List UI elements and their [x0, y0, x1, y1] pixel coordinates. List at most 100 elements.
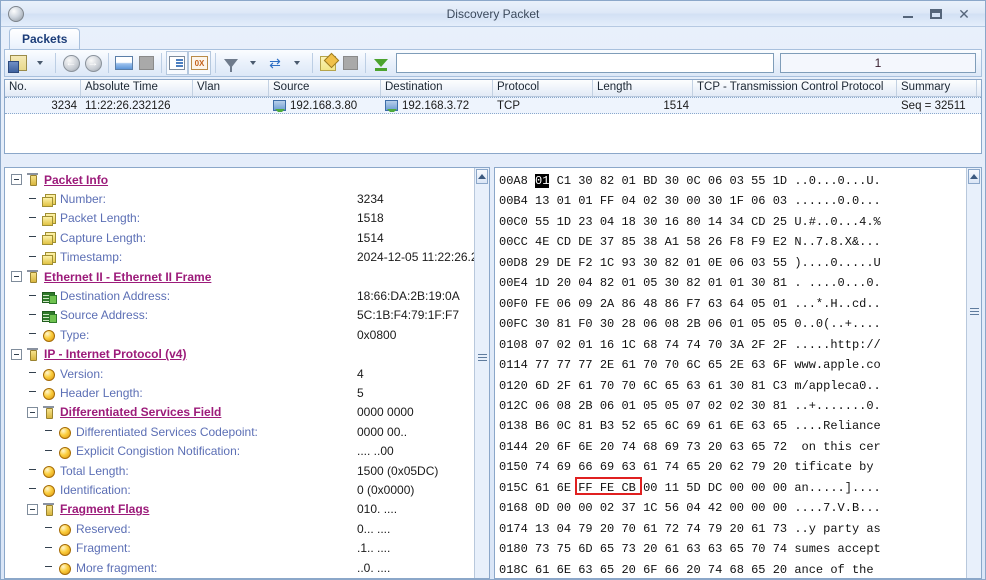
tree-node[interactable]: Version:4[	[5, 364, 474, 383]
hex-byte[interactable]: 6D	[535, 379, 549, 393]
hex-row[interactable]: 0114 77 77 77 2E 61 70 70 6C 65 2E 63 6F…	[499, 355, 966, 375]
hex-byte[interactable]: 1D	[535, 276, 549, 290]
hex-row[interactable]: 012C 06 08 2B 06 01 05 05 07 02 02 30 81…	[499, 396, 966, 416]
hex-byte[interactable]: 6F	[773, 358, 787, 372]
hex-byte[interactable]: 06	[708, 317, 722, 331]
tree-node[interactable]: Capture Length: 1514	[5, 228, 474, 247]
hex-byte[interactable]: 77	[578, 358, 592, 372]
scroll-up-button[interactable]	[476, 169, 488, 184]
tree-node[interactable]: Header Length:5[	[5, 383, 474, 402]
hex-byte[interactable]: 74	[686, 338, 700, 352]
hex-byte[interactable]: 11	[665, 481, 679, 495]
hex-byte[interactable]: 73	[686, 440, 700, 454]
hex-row[interactable]: 0144 20 6F 6E 20 74 68 69 73 20 63 65 72…	[499, 437, 966, 457]
tree-node[interactable]: Differentiated Services Codepoint: 0000 0…	[5, 422, 474, 441]
hex-byte[interactable]: 13	[535, 522, 549, 536]
hex-byte[interactable]: 63	[708, 542, 722, 556]
hex-byte[interactable]: 63	[621, 460, 635, 474]
hex-row[interactable]: 00F0 FE 06 09 2A 86 48 86 F7 63 64 05 01…	[499, 294, 966, 314]
hex-byte[interactable]: 06	[643, 317, 657, 331]
hex-byte[interactable]: 6C	[643, 379, 657, 393]
hex-byte[interactable]: 70	[643, 358, 657, 372]
hex-byte[interactable]: DE	[557, 256, 571, 270]
hex-byte[interactable]: 6C	[665, 419, 679, 433]
tree-node[interactable]: Reserved:0... ....[	[5, 519, 474, 538]
hex-byte[interactable]: 20	[600, 440, 614, 454]
hex-byte[interactable]: 93	[621, 256, 635, 270]
hex-byte[interactable]: 20	[643, 542, 657, 556]
hex-byte[interactable]: 1C	[600, 256, 614, 270]
column-header-tcp-transmission-control-protocol[interactable]: TCP - Transmission Control Protocol	[693, 80, 897, 96]
hex-byte[interactable]: 00	[643, 481, 657, 495]
hex-byte[interactable]: 00	[730, 501, 744, 515]
hex-byte[interactable]: 20	[621, 563, 635, 577]
hex-byte[interactable]: 30	[708, 194, 722, 208]
hex-byte[interactable]: 2B	[686, 317, 700, 331]
hex-byte[interactable]: E2	[773, 235, 787, 249]
hex-byte[interactable]: 1D	[773, 174, 787, 188]
collapse-icon[interactable]	[11, 348, 22, 360]
clear-button[interactable]	[339, 51, 361, 75]
hex-row[interactable]: 00CC 4E CD DE 37 85 38 A1 58 26 F8 F9 E2…	[499, 232, 966, 252]
hex-byte[interactable]: 26	[708, 235, 722, 249]
hex-byte[interactable]: 65	[751, 440, 765, 454]
hex-byte[interactable]: C1	[557, 174, 571, 188]
hex-row[interactable]: 0150 74 69 66 69 63 61 74 65 20 62 79 20…	[499, 457, 966, 477]
hex-byte[interactable]: 4E	[535, 235, 549, 249]
hex-byte[interactable]: 37	[621, 501, 635, 515]
hex-byte[interactable]: 0C	[686, 174, 700, 188]
hex-byte[interactable]: 06	[535, 399, 549, 413]
hex-byte[interactable]: 2F	[751, 338, 765, 352]
hex-byte[interactable]: 00	[773, 481, 787, 495]
hex-byte[interactable]: 69	[600, 460, 614, 474]
hex-byte[interactable]: 30	[643, 256, 657, 270]
hex-byte[interactable]: 03	[751, 256, 765, 270]
hex-byte[interactable]: 61	[535, 481, 549, 495]
hex-byte[interactable]: 61	[665, 542, 679, 556]
annotate-button[interactable]	[317, 51, 339, 75]
tree-node[interactable]: Identification:0 (0x0000)[	[5, 480, 474, 499]
hex-byte[interactable]: 04	[686, 501, 700, 515]
hex-byte[interactable]: 30	[535, 317, 549, 331]
column-header-absolute-time[interactable]: Absolute Time	[81, 80, 193, 96]
hex-byte[interactable]: 70	[665, 358, 679, 372]
column-header-no[interactable]: No.	[5, 80, 81, 96]
hex-byte[interactable]: CB	[621, 481, 635, 495]
hex-byte[interactable]: 63	[751, 419, 765, 433]
hex-byte[interactable]: 02	[600, 501, 614, 515]
hex-byte[interactable]: 74	[535, 460, 549, 474]
tree-node[interactable]: Fragment Flags010. ....[	[5, 500, 474, 519]
hex-byte[interactable]: 82	[686, 276, 700, 290]
hex-byte[interactable]: 74	[708, 563, 722, 577]
hex-byte[interactable]: 69	[557, 460, 571, 474]
hex-byte[interactable]: 01	[621, 174, 635, 188]
hex-byte[interactable]: 68	[730, 563, 744, 577]
hex-byte[interactable]: 05	[751, 297, 765, 311]
hex-row[interactable]: 0108 07 02 01 16 1C 68 74 74 70 3A 2F 2F…	[499, 335, 966, 355]
tree-node[interactable]: More fragment:..0. ....[	[5, 558, 474, 577]
hex-byte[interactable]: 01	[708, 276, 722, 290]
hex-byte[interactable]: 30	[643, 215, 657, 229]
hex-byte[interactable]: 3A	[730, 338, 744, 352]
column-header-length[interactable]: Length	[593, 80, 693, 96]
hex-byte[interactable]: 77	[557, 358, 571, 372]
table-row[interactable]: 3234 11:22:26.232126 192.168.3.80 192.168.3…	[5, 97, 981, 114]
hex-byte[interactable]: 63	[708, 297, 722, 311]
hex-byte[interactable]: 30	[665, 276, 679, 290]
hex-byte[interactable]: 18	[621, 215, 635, 229]
hex-row[interactable]: 00FC 30 81 F0 30 28 06 08 2B 06 01 05 05…	[499, 314, 966, 334]
hex-byte[interactable]: 66	[578, 460, 592, 474]
hex-byte[interactable]: 65	[708, 358, 722, 372]
hex-byte[interactable]: 81	[773, 276, 787, 290]
hex-byte[interactable]: 61	[751, 522, 765, 536]
hex-byte[interactable]: 61	[708, 419, 722, 433]
hex-byte[interactable]: 01	[730, 276, 744, 290]
hex-byte[interactable]: 01	[578, 194, 592, 208]
hex-view-button[interactable]: 0X	[188, 51, 211, 75]
hex-byte[interactable]: 65	[751, 563, 765, 577]
hex-byte[interactable]: 65	[686, 460, 700, 474]
hex-byte[interactable]: 1D	[557, 215, 571, 229]
hex-byte[interactable]: 70	[708, 338, 722, 352]
hex-byte[interactable]: 82	[665, 256, 679, 270]
tab-packets[interactable]: Packets	[9, 28, 81, 49]
